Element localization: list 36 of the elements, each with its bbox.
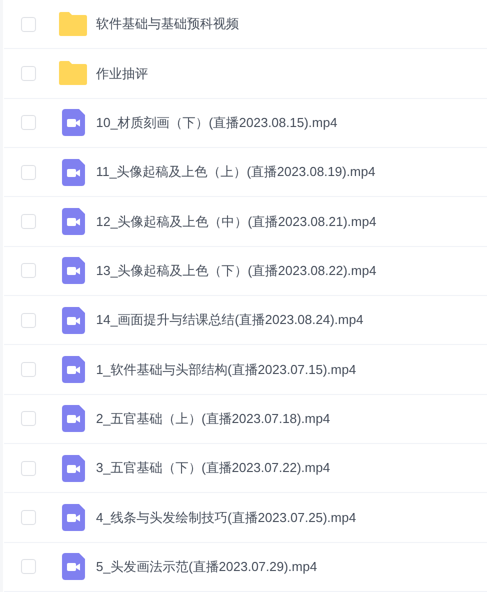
- video-file-icon: [62, 109, 84, 136]
- video-file-icon: [62, 158, 84, 186]
- file-name[interactable]: 5_头发画法示范(直播2023.07.29).mp4: [96, 557, 318, 577]
- folder-icon: [59, 61, 87, 86]
- file-name[interactable]: 1_软件基础与头部结构(直播2023.07.15).mp4: [96, 360, 356, 380]
- checkbox[interactable]: [20, 411, 36, 426]
- checkbox[interactable]: [20, 362, 36, 377]
- checkbox[interactable]: [20, 559, 36, 574]
- file-name[interactable]: 12_头像起稿及上色（中）(直播2023.08.21).mp4: [96, 212, 376, 232]
- checkbox[interactable]: [20, 510, 36, 525]
- checkbox[interactable]: [20, 66, 36, 81]
- file-name[interactable]: 3_五官基础（下）(直播2023.07.22).mp4: [96, 458, 330, 478]
- file-name[interactable]: 11_头像起稿及上色（上）(直播2023.08.19).mp4: [96, 162, 376, 182]
- video-file-icon: [62, 208, 84, 235]
- file-name[interactable]: 10_材质刻画（下）(直播2023.08.15).mp4: [96, 113, 338, 133]
- video-file-icon: [62, 356, 84, 383]
- video-file-icon: [62, 257, 84, 284]
- video-file-icon: [62, 405, 84, 432]
- file-name[interactable]: 作业抽评: [96, 64, 148, 84]
- checkbox[interactable]: [20, 164, 36, 180]
- checkbox[interactable]: [20, 263, 36, 278]
- checkbox[interactable]: [20, 115, 36, 130]
- folder-icon: [59, 12, 87, 36]
- checkbox[interactable]: [20, 16, 36, 32]
- file-name[interactable]: 软件基础与基础预科视频: [96, 14, 239, 34]
- video-file-icon: [62, 454, 84, 482]
- checkbox[interactable]: [20, 460, 36, 476]
- video-file-icon: [62, 306, 84, 334]
- checkbox[interactable]: [20, 312, 36, 328]
- checkbox[interactable]: [20, 214, 36, 229]
- file-name[interactable]: 13_头像起稿及上色（下）(直播2023.08.22).mp4: [96, 261, 376, 281]
- video-file-icon: [62, 504, 84, 531]
- file-name[interactable]: 2_五官基础（上）(直播2023.07.18).mp4: [96, 409, 330, 429]
- video-file-icon: [62, 553, 84, 580]
- file-name[interactable]: 4_线条与头发绘制技巧(直播2023.07.25).mp4: [96, 508, 356, 528]
- file-name[interactable]: 14_画面提升与结课总结(直播2023.08.24).mp4: [96, 310, 364, 330]
